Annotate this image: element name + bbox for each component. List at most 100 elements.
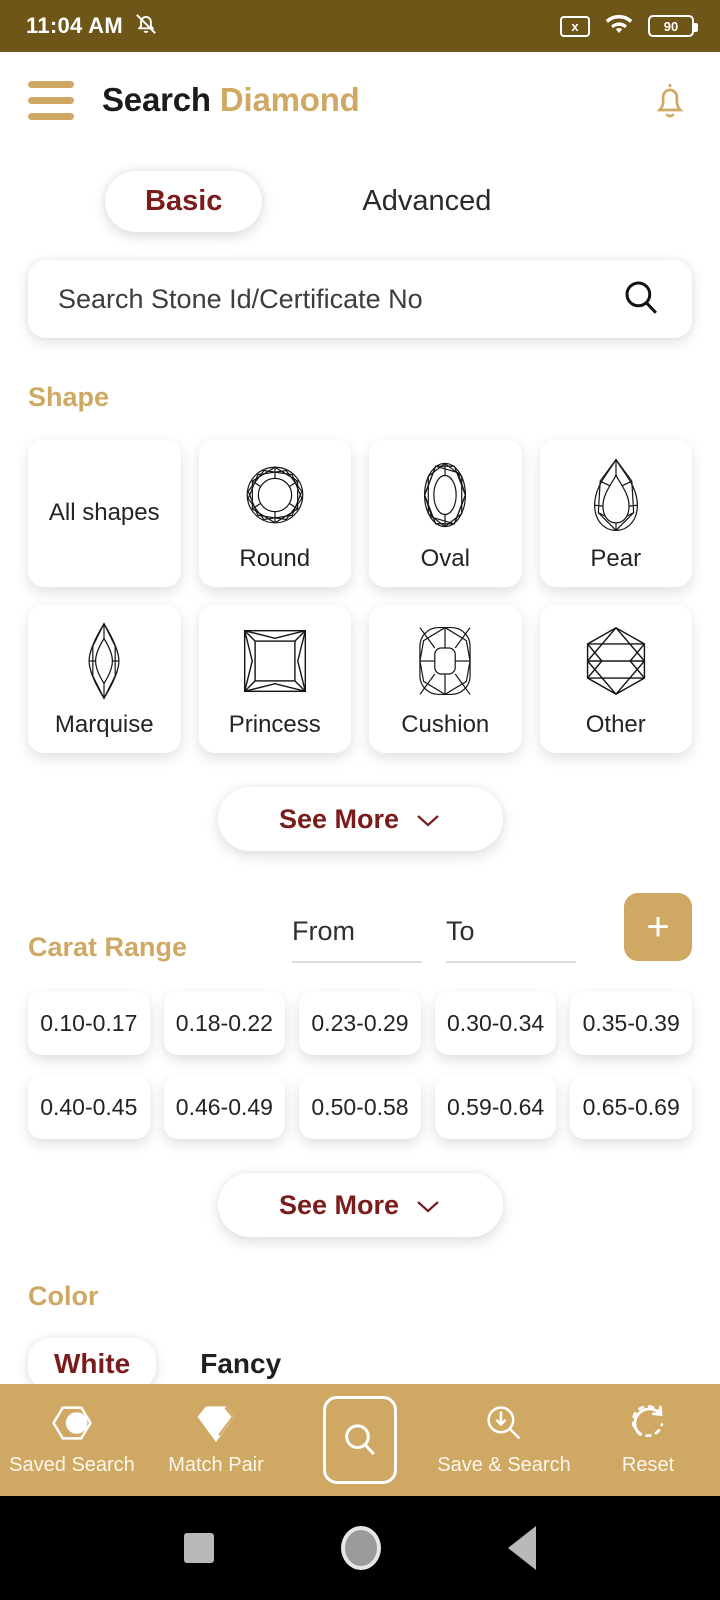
carat-chip[interactable]: 0.18-0.22: [163, 991, 286, 1055]
nav-search-action[interactable]: [288, 1396, 432, 1484]
status-time: 11:04 AM: [26, 13, 123, 38]
reset-icon: [627, 1403, 669, 1448]
search-icon[interactable]: [620, 276, 662, 323]
chevron-down-icon: [415, 1190, 441, 1221]
shape-card-pear[interactable]: Pear: [539, 439, 692, 587]
hamburger-line: [28, 112, 74, 120]
princess-diamond-icon: [239, 619, 311, 703]
chevron-down-icon: [415, 804, 441, 835]
see-more-label: See More: [278, 1189, 400, 1220]
shape-card-other[interactable]: Other: [539, 605, 692, 753]
shape-label: Princess: [228, 711, 321, 738]
carat-from-field[interactable]: [292, 916, 422, 963]
shape-card-all-shapes[interactable]: All shapes: [28, 439, 181, 587]
carat-chip-row-1: 0.10-0.17 0.18-0.22 0.23-0.29 0.30-0.34 …: [0, 991, 720, 1055]
color-section-title: Color: [28, 1281, 99, 1311]
carat-chip[interactable]: 0.59-0.64: [434, 1075, 557, 1139]
carat-chip[interactable]: 0.30-0.34: [434, 991, 557, 1055]
nav-match-pair[interactable]: Match Pair: [144, 1403, 288, 1477]
carat-range-fields: +: [292, 893, 692, 963]
search-container: [0, 246, 720, 338]
carat-chip[interactable]: 0.23-0.29: [299, 991, 421, 1055]
page-title-accent: Diamond: [219, 81, 360, 118]
search-box[interactable]: [28, 260, 692, 338]
see-more-label: See More: [278, 803, 400, 834]
status-bar: 11:04 AM x 90: [0, 0, 720, 52]
other-diamond-icon: [580, 619, 652, 703]
shape-see-more-button[interactable]: See More: [217, 787, 503, 851]
shape-label: Cushion: [401, 711, 490, 738]
shape-card-princess[interactable]: Princess: [198, 605, 351, 753]
status-bar-left: 11:04 AM: [26, 11, 159, 42]
carat-section-title: Carat Range: [28, 932, 188, 962]
tab-advanced[interactable]: Advanced: [322, 171, 531, 232]
bell-icon[interactable]: [648, 76, 692, 124]
shape-label: Round: [239, 545, 311, 572]
shape-label: Pear: [590, 545, 642, 572]
carat-chip[interactable]: 0.40-0.45: [28, 1075, 150, 1139]
carat-see-more-container: See More: [0, 1173, 720, 1237]
home-circle-icon[interactable]: [340, 1526, 381, 1570]
status-bar-right: x 90: [560, 12, 698, 41]
shape-label: All shapes: [48, 499, 160, 526]
shape-card-cushion[interactable]: Cushion: [369, 605, 522, 753]
content-area: Basic Advanced Shape All shapes: [0, 148, 720, 1384]
shape-card-oval[interactable]: Oval: [369, 439, 522, 587]
hamburger-menu-icon[interactable]: [28, 80, 74, 120]
bottom-navigation-bar: Saved Search Match Pair Save & Search Re…: [0, 1384, 720, 1496]
round-diamond-icon: [238, 453, 312, 537]
color-tab-fancy[interactable]: Fancy: [174, 1338, 307, 1384]
sim-card-icon: x: [560, 15, 590, 37]
nav-label: Reset: [621, 1454, 675, 1476]
carat-chip[interactable]: 0.10-0.17: [28, 991, 150, 1055]
color-tabs: White Fancy: [0, 1338, 720, 1384]
cushion-diamond-icon: [414, 619, 476, 703]
nav-label: Match Pair: [168, 1454, 264, 1476]
nav-label: Save & Search: [437, 1454, 571, 1476]
recents-square-icon[interactable]: [183, 1533, 214, 1563]
marquise-diamond-icon: [83, 619, 125, 703]
oval-diamond-icon: [417, 453, 473, 537]
pear-diamond-icon: [587, 453, 645, 537]
page-title-primary: Search: [102, 81, 211, 118]
android-navigation-bar: [0, 1496, 720, 1600]
nav-label: Saved Search: [9, 1454, 135, 1476]
app-bar: Search Diamond: [0, 52, 720, 148]
carat-chip[interactable]: 0.35-0.39: [570, 991, 692, 1055]
carat-chip-row-2: 0.40-0.45 0.46-0.49 0.50-0.58 0.59-0.64 …: [0, 1075, 720, 1139]
carat-chip[interactable]: 0.50-0.58: [299, 1075, 421, 1139]
search-input[interactable]: [58, 283, 620, 315]
shape-label: Marquise: [54, 711, 154, 738]
tab-basic[interactable]: Basic: [105, 170, 263, 232]
carat-chip[interactable]: 0.46-0.49: [163, 1075, 286, 1139]
carat-see-more-button[interactable]: See More: [217, 1173, 503, 1237]
search-icon[interactable]: [323, 1396, 397, 1484]
shape-label: Oval: [420, 545, 470, 572]
shape-label: Other: [585, 711, 646, 738]
nav-saved-search[interactable]: Saved Search: [0, 1403, 144, 1477]
hamburger-line: [28, 80, 74, 88]
carat-chip[interactable]: 0.65-0.69: [570, 1075, 692, 1139]
shape-card-marquise[interactable]: Marquise: [28, 605, 181, 753]
app-screen: 11:04 AM x 90 Search Diamond Basic Advan…: [0, 0, 720, 1600]
bell-mute-icon: [133, 11, 159, 42]
save-search-icon: [482, 1403, 526, 1448]
nav-reset[interactable]: Reset: [576, 1403, 720, 1477]
battery-icon: 90: [648, 15, 698, 37]
shape-section-title: Shape: [28, 382, 110, 412]
add-carat-range-button[interactable]: +: [624, 893, 692, 961]
carat-to-input[interactable]: [446, 916, 576, 947]
shape-card-round[interactable]: Round: [198, 439, 351, 587]
saved-search-icon: [50, 1403, 94, 1448]
mode-tabs: Basic Advanced: [0, 156, 720, 246]
nav-save-and-search[interactable]: Save & Search: [432, 1403, 576, 1477]
back-triangle-icon[interactable]: [508, 1526, 537, 1570]
carat-header: Carat Range +: [0, 893, 720, 963]
page-title: Search Diamond: [102, 81, 360, 119]
shape-see-more-container: See More: [0, 787, 720, 851]
carat-from-input[interactable]: [292, 916, 422, 947]
carat-to-field[interactable]: [446, 916, 576, 963]
shape-grid: All shapes Round Oval Pear Marquise Prin…: [0, 439, 720, 753]
color-tab-white[interactable]: White: [28, 1338, 157, 1384]
match-pair-icon: [194, 1403, 238, 1448]
